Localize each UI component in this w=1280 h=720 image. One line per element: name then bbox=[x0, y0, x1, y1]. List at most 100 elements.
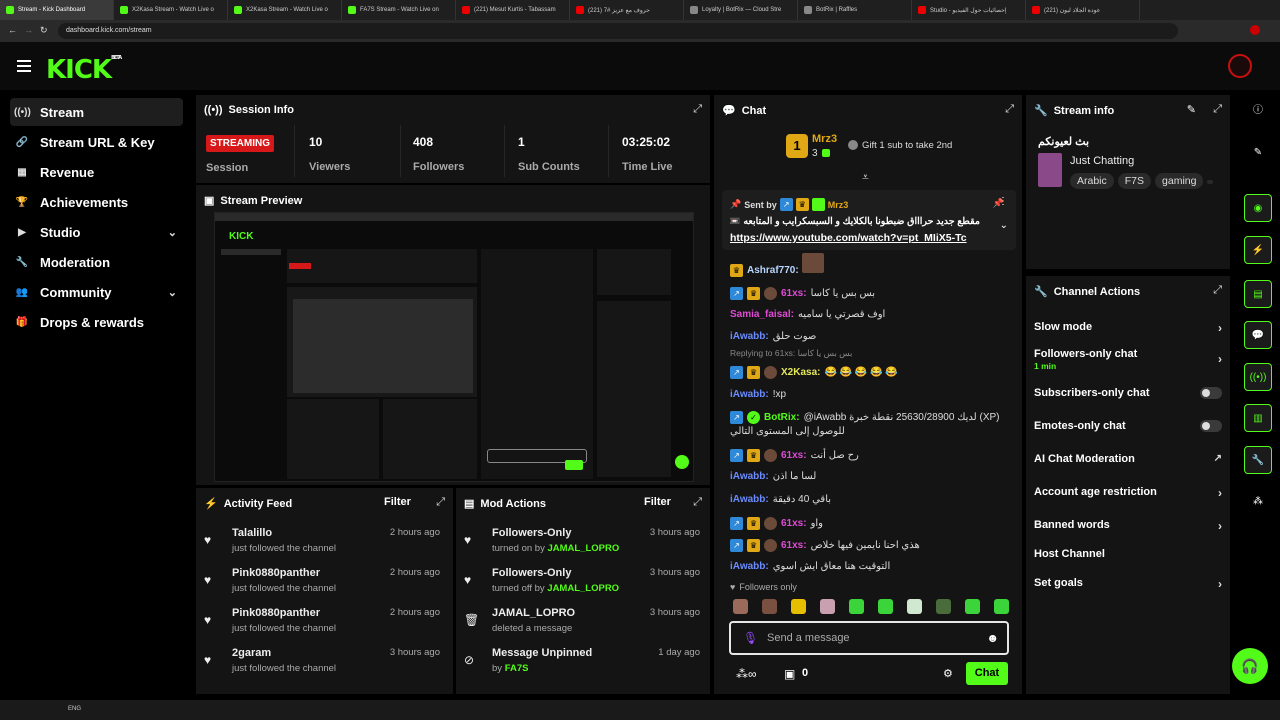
settings-icon[interactable]: ⚙ bbox=[943, 667, 953, 680]
popout-icon[interactable]: ⤢ bbox=[693, 103, 702, 116]
emote-icon[interactable] bbox=[820, 599, 835, 614]
address-bar[interactable]: dashboard.kick.com/stream bbox=[58, 23, 1178, 39]
popout-icon[interactable]: ⤢ bbox=[436, 496, 445, 509]
kick-logo[interactable]: KICKBETA bbox=[46, 55, 122, 85]
channel-action-set-goals[interactable]: Set goals › bbox=[1034, 577, 1222, 591]
chat-icon[interactable]: 💬 bbox=[1244, 321, 1272, 349]
mod-action-user[interactable]: JAMAL_LOPRO bbox=[547, 543, 619, 554]
collapse-icon[interactable]: ⩡ bbox=[862, 170, 869, 185]
forward-icon[interactable]: → bbox=[24, 25, 33, 35]
sidebar-item-community[interactable]: 👥 Community ⌄ bbox=[10, 278, 183, 306]
browser-tab[interactable]: Stream - Kick Dashboard bbox=[0, 0, 114, 20]
more-icon[interactable]: ⋮ bbox=[998, 196, 1008, 207]
popout-icon[interactable]: ⤢ bbox=[693, 496, 702, 509]
browser-tab[interactable]: (221) عودة الجلاد ليون bbox=[1026, 0, 1140, 20]
pen-icon[interactable]: ✎ bbox=[1244, 139, 1272, 167]
filter-button[interactable]: Filter bbox=[384, 496, 411, 508]
chevron-down-icon[interactable]: ⌄ bbox=[1000, 220, 1008, 231]
gift-cta[interactable]: Gift 1 sub to take 2nd bbox=[862, 140, 952, 151]
wrench-icon[interactable]: 🔧 bbox=[1244, 446, 1272, 474]
chevron-right-icon[interactable]: › bbox=[1218, 352, 1222, 366]
emote-icon[interactable] bbox=[994, 599, 1009, 614]
chevron-right-icon[interactable]: › bbox=[1218, 486, 1222, 500]
chevron-right-icon[interactable]: › bbox=[1218, 321, 1222, 335]
back-icon[interactable]: ← bbox=[8, 25, 17, 35]
people-icon[interactable]: ⁂ bbox=[1244, 488, 1272, 516]
points-icon[interactable]: ⁂∞ bbox=[736, 667, 757, 681]
stream-tag-overflow[interactable] bbox=[1207, 180, 1214, 184]
emoji-icon[interactable]: ☻ bbox=[986, 631, 999, 645]
channel-action-emotes-only-chat[interactable]: Emotes-only chat bbox=[1034, 420, 1222, 434]
chat-username[interactable]: iAwabb: bbox=[730, 331, 769, 342]
mod-action-user[interactable]: JAMAL_LOPRO bbox=[547, 583, 619, 594]
emote-icon[interactable] bbox=[878, 599, 893, 614]
popout-icon[interactable]: ⤢ bbox=[1213, 284, 1222, 297]
emote-icon[interactable] bbox=[849, 599, 864, 614]
camera-icon[interactable]: ◉ bbox=[1244, 194, 1272, 222]
chat-username[interactable]: Ashraf770: bbox=[747, 265, 799, 276]
emote-icon[interactable] bbox=[791, 599, 806, 614]
sidebar-item-revenue[interactable]: ▦ Revenue bbox=[10, 158, 183, 186]
browser-tab[interactable]: Studio - إحصائيات حول الفيديو bbox=[912, 0, 1026, 20]
chat-username[interactable]: iAwabb: bbox=[730, 471, 769, 482]
chat-username[interactable]: 61xs: bbox=[781, 518, 807, 529]
sidebar-item-moderation[interactable]: 🔧 Moderation bbox=[10, 248, 183, 276]
emote-icon[interactable] bbox=[762, 599, 777, 614]
channel-action-banned-words[interactable]: Banned words › bbox=[1034, 519, 1222, 533]
chevron-right-icon[interactable]: › bbox=[1218, 577, 1222, 591]
channel-action-account-age-restriction[interactable]: Account age restriction › bbox=[1034, 486, 1222, 500]
menu-icon[interactable] bbox=[17, 60, 31, 72]
stream-tag[interactable]: Arabic bbox=[1070, 173, 1114, 189]
chat-username[interactable]: 61xs: bbox=[781, 288, 807, 299]
popout-icon[interactable]: ⤢ bbox=[1213, 103, 1222, 116]
toggle-switch[interactable] bbox=[1200, 420, 1222, 432]
chat-username[interactable]: Samia_faisal: bbox=[730, 309, 794, 320]
activity-user[interactable]: Pink0880panther bbox=[232, 567, 320, 579]
emote-icon[interactable] bbox=[907, 599, 922, 614]
activity-user[interactable]: Pink0880panther bbox=[232, 607, 320, 619]
emote-icon[interactable] bbox=[936, 599, 951, 614]
document-icon[interactable]: ▤ bbox=[1244, 280, 1272, 308]
toggle-switch[interactable] bbox=[1200, 387, 1222, 399]
channel-action-followers-only-chat[interactable]: Followers-only chat 1 min › bbox=[1034, 348, 1222, 371]
chevron-right-icon[interactable]: › bbox=[1218, 519, 1222, 533]
language-indicator[interactable]: ENG bbox=[68, 706, 81, 712]
stream-tag[interactable]: F7S bbox=[1117, 173, 1152, 189]
browser-tab[interactable]: FA7S Stream - Watch Live on bbox=[342, 0, 456, 20]
browser-tab[interactable]: (221) حروف مع عزيز #7 bbox=[570, 0, 684, 20]
info-icon[interactable]: ⓘ bbox=[1244, 97, 1272, 125]
chat-username[interactable]: 61xs: bbox=[781, 540, 807, 551]
popout-icon[interactable]: ⤢ bbox=[1005, 103, 1014, 116]
chat-username[interactable]: X2Kasa: bbox=[781, 367, 820, 378]
browser-tab[interactable]: Loyalty | BotRix — Cloud Stre bbox=[684, 0, 798, 20]
chat-username[interactable]: BotRix: bbox=[764, 412, 800, 423]
emote-icon[interactable] bbox=[733, 599, 748, 614]
reload-icon[interactable]: ↻ bbox=[40, 25, 48, 36]
chat-input[interactable]: 🎙 Send a message ☻ bbox=[729, 621, 1009, 655]
layout-icon[interactable]: ▥ bbox=[1244, 404, 1272, 432]
send-chat-button[interactable]: Chat bbox=[966, 662, 1008, 685]
chat-username[interactable]: 61xs: bbox=[781, 450, 807, 461]
support-icon[interactable]: 🎧 bbox=[1232, 648, 1268, 684]
edit-icon[interactable]: ✎ bbox=[1187, 103, 1196, 116]
chat-username[interactable]: iAwabb: bbox=[730, 389, 769, 400]
profile-avatar[interactable] bbox=[1250, 25, 1260, 35]
sidebar-item-drops-rewards[interactable]: 🎁 Drops & rewards bbox=[10, 308, 183, 336]
browser-tab[interactable]: X2Kasa Stream - Watch Live o bbox=[228, 0, 342, 20]
activity-user[interactable]: 2garam bbox=[232, 647, 271, 659]
emote-icon[interactable] bbox=[965, 599, 980, 614]
chat-username[interactable]: iAwabb: bbox=[730, 561, 769, 572]
browser-tab[interactable]: (221) Mesut Kurtis - Tabassam bbox=[456, 0, 570, 20]
chevron-down-icon[interactable]: ⌄ bbox=[168, 286, 177, 299]
channel-action-ai-chat-moderation[interactable]: AI Chat Moderation ↗ bbox=[1034, 453, 1222, 467]
chevron-down-icon[interactable]: ⌄ bbox=[168, 226, 177, 239]
pinned-link[interactable]: https://www.youtube.com/watch?v=pt_MIiX5… bbox=[730, 232, 985, 244]
category-name[interactable]: Just Chatting bbox=[1070, 155, 1134, 167]
pinned-user[interactable]: Mrz3 bbox=[828, 200, 849, 210]
user-avatar[interactable] bbox=[1228, 54, 1252, 78]
broadcast-icon[interactable]: ((•)) bbox=[1244, 363, 1272, 391]
channel-action-slow-mode[interactable]: Slow mode › bbox=[1034, 321, 1222, 335]
sidebar-item-studio[interactable]: ▶ Studio ⌄ bbox=[10, 218, 183, 246]
chat-username[interactable]: iAwabb: bbox=[730, 494, 769, 505]
top-gifter-name[interactable]: Mrz3 bbox=[812, 133, 837, 145]
